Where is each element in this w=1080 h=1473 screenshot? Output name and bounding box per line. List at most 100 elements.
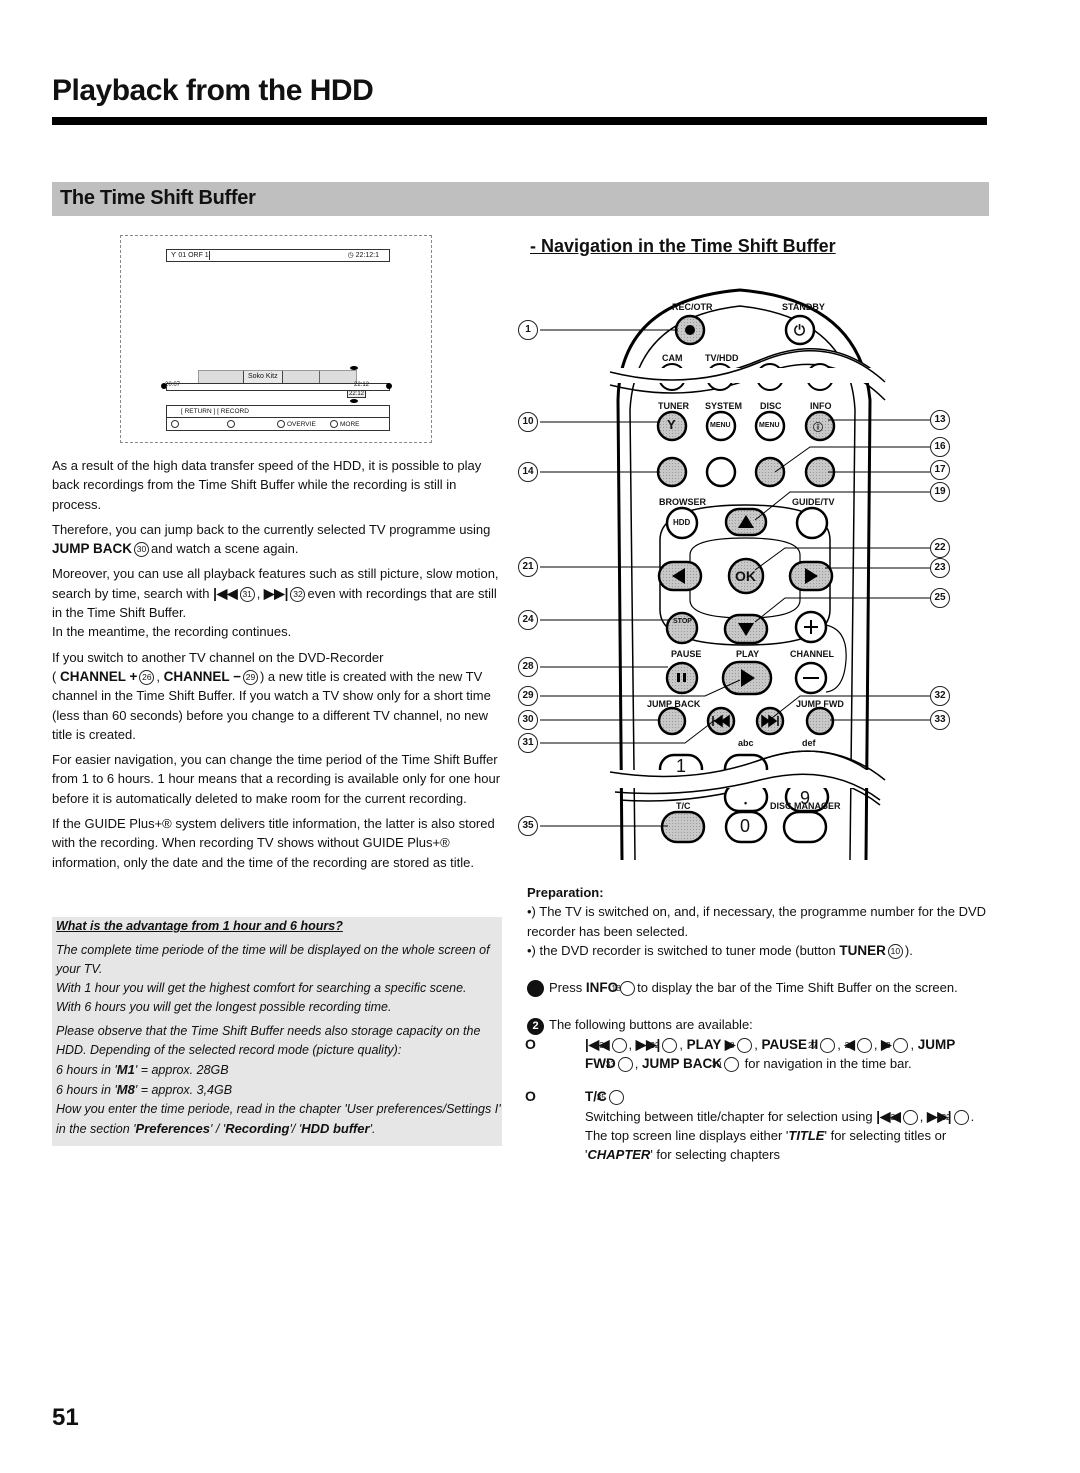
- left-column-text: As a result of the high data transfer sp…: [52, 456, 504, 878]
- option-2: [227, 420, 237, 428]
- label-browser: BROWSER: [659, 497, 706, 507]
- menu-path: Recording: [225, 1121, 290, 1136]
- text: Switching between title/chapter for sele…: [585, 1108, 873, 1124]
- title-rule: [52, 117, 987, 125]
- note-heading: What is the advantage from 1 hour and 6 …: [56, 919, 343, 933]
- step-1: 1 Press INFO13 to display the bar of the T…: [521, 978, 987, 998]
- step-2: 2 The following buttons are available:: [527, 1015, 987, 1035]
- option-navigation: O |◀◀31, ▶▶|32, PLAY ▶28, PAUSE II27, ◀21…: [525, 1035, 955, 1073]
- antenna-icon: Y: [667, 417, 676, 432]
- section-header: The Time Shift Buffer: [52, 182, 989, 216]
- text: ' / ': [209, 1122, 226, 1136]
- button-name: TUNER: [839, 942, 886, 958]
- label-abc: abc: [738, 738, 754, 748]
- circle-icon: [330, 420, 338, 428]
- option-label: OVERVIE: [287, 420, 316, 428]
- note-text: Please observe that the Time Shift Buffe…: [56, 1022, 502, 1139]
- callout-14: 14: [518, 462, 538, 482]
- clock-time: 22:12:1: [355, 252, 379, 259]
- tv-screen-illustration: ϒ 01 ORF 1 ◷ 22:12:1 Soko Kitz 20:07 22:…: [120, 235, 432, 443]
- navigation-heading: - Navigation in the Time Shift Buffer: [530, 236, 836, 256]
- callout-16: 16: [930, 437, 950, 457]
- callout-13: 13: [930, 410, 950, 430]
- callout-number: 27: [808, 1037, 836, 1053]
- preparation-bullet: •) The TV is switched on, and, if necess…: [527, 904, 987, 939]
- callout-25: 25: [930, 588, 950, 608]
- callout-number: 35: [597, 1090, 624, 1106]
- option-label: MORE: [340, 420, 360, 428]
- text: Press: [549, 980, 583, 996]
- callout-number: 30: [712, 1057, 739, 1073]
- callout-number: 21: [845, 1037, 872, 1053]
- text: and watch a scene again.: [151, 541, 299, 557]
- label-guide-tv: GUIDE/TV: [792, 497, 835, 507]
- button-name: JUMP BACK: [52, 541, 133, 557]
- text: •) the DVD recorder is switched to tuner…: [527, 942, 836, 958]
- paragraph: Moreover, you can use all playback featu…: [52, 566, 499, 640]
- skip-forward-icon: ▶▶|: [263, 585, 289, 601]
- label-info: INFO: [810, 401, 832, 411]
- text: 6 hours in ': [56, 1083, 117, 1097]
- key-0: 0: [740, 816, 751, 836]
- callout-1: 1: [518, 320, 538, 340]
- button-name: CHANNEL −: [163, 668, 241, 684]
- callout-number: 32: [650, 1037, 678, 1053]
- paragraph: If the GUIDE Plus+® system delivers titl…: [52, 816, 495, 870]
- tv-button-bar: [ RETURN ] [ RECORD OVERVIE MORE: [166, 405, 390, 431]
- bullet-icon: O: [525, 1035, 536, 1052]
- time-end: 22:12: [354, 382, 370, 388]
- label-cam: CAM: [662, 353, 683, 363]
- callout-21: 21: [518, 557, 538, 577]
- label-tuner: TUNER: [658, 401, 689, 411]
- option-overview: OVERVIE: [277, 420, 316, 428]
- callout-number: 32: [290, 586, 306, 602]
- callout-10: 10: [518, 412, 538, 432]
- time-start: 20:07: [165, 382, 181, 388]
- callout-number: 31: [891, 1109, 918, 1125]
- divider: [209, 251, 210, 260]
- divider: [167, 417, 389, 418]
- callout-24: 24: [518, 610, 538, 630]
- text: In the meantime, the recording continues…: [52, 624, 292, 640]
- text: With 6 hours you will get the longest po…: [56, 1000, 392, 1014]
- option-1: [171, 420, 181, 428]
- callout-number: 10: [887, 943, 903, 959]
- page-title: Playback from the HDD: [52, 74, 374, 107]
- label-ok: OK: [735, 568, 756, 584]
- preparation-section: Preparation: •) The TV is switched on, a…: [521, 883, 987, 1165]
- preparation-bullet: •) the DVD recorder is switched to tuner…: [527, 941, 987, 960]
- screen-label: CHAPTER: [587, 1147, 651, 1163]
- circle-icon: [227, 420, 235, 428]
- record-mode: M1: [116, 1062, 135, 1077]
- programme-bar: Soko Kitz: [198, 370, 357, 384]
- label-tc: T/C: [676, 801, 691, 811]
- button-name: JUMP BACK: [641, 1056, 722, 1072]
- text: ' for selecting chapters: [650, 1147, 780, 1163]
- screen-label: TITLE: [788, 1127, 825, 1143]
- label-disc-menu: MENU: [759, 422, 780, 429]
- record-mode: M8: [116, 1082, 135, 1097]
- callout-31: 31: [518, 733, 538, 753]
- label-tv-hdd: TV/HDD: [705, 353, 739, 363]
- remote-control-illustration: REC/OTR STANDBY ⏻ CAM TV/HDD TUNER SYSTE…: [510, 280, 980, 870]
- text: '/ ': [289, 1122, 302, 1136]
- callout-23: 23: [930, 558, 950, 578]
- bullet-icon: O: [525, 1088, 536, 1105]
- callout-30: 30: [518, 710, 538, 730]
- callout-number: 28: [725, 1037, 753, 1053]
- text: '.: [369, 1122, 376, 1136]
- label-dot: •: [744, 798, 748, 808]
- callout-19: 19: [930, 482, 950, 502]
- text: ' = approx. 28GB: [134, 1063, 229, 1077]
- label-system-menu: MENU: [710, 422, 731, 429]
- skip-back-icon: |◀◀: [213, 585, 238, 601]
- callout-29: 29: [518, 686, 538, 706]
- text: to display the bar of the Time Shift Buf…: [637, 980, 958, 996]
- callout-35: 35: [518, 816, 538, 836]
- callout-number: 32: [941, 1109, 969, 1125]
- position-marker-icon: [350, 399, 358, 403]
- circle-icon: [171, 420, 179, 428]
- callout-28: 28: [518, 657, 538, 677]
- menu-path: HDD buffer: [301, 1121, 370, 1136]
- section-title: The Time Shift Buffer: [60, 187, 256, 209]
